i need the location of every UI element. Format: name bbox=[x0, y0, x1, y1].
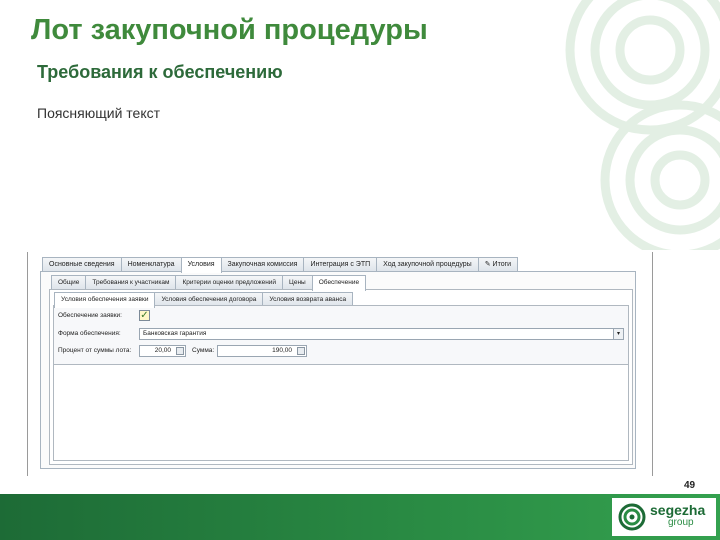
calculator-icon[interactable] bbox=[176, 347, 184, 355]
sum-value: 190,00 bbox=[272, 347, 292, 354]
percent-value: 20,00 bbox=[154, 347, 171, 354]
tab-etp-integration[interactable]: Интеграция с ЭТП bbox=[303, 257, 378, 272]
slide-subtitle: Требования к обеспечению bbox=[37, 62, 283, 82]
segezha-logo-icon bbox=[618, 503, 646, 531]
sum-label: Сумма: bbox=[192, 347, 215, 354]
tab-nomenclature[interactable]: Номенклатура bbox=[120, 257, 182, 272]
form-label: Форма обеспечения: bbox=[58, 330, 121, 337]
tab-results-label: Итоги bbox=[492, 261, 512, 268]
brand-sub: group bbox=[668, 517, 694, 528]
security-form-value: Банковская гарантия bbox=[143, 330, 207, 337]
tab-bid-security[interactable]: Условия обеспечения заявки bbox=[54, 292, 156, 308]
slide-note: Поясняющий текст bbox=[37, 105, 161, 121]
tab-prices[interactable]: Цены bbox=[282, 275, 313, 290]
tab-security[interactable]: Обеспечение bbox=[311, 275, 367, 291]
sum-field[interactable]: 190,00 bbox=[217, 345, 307, 357]
tab-general[interactable]: Общие bbox=[51, 275, 87, 290]
brand-logo: segezha group bbox=[612, 498, 716, 536]
brand-watermark-icon bbox=[565, 0, 720, 250]
bid-security-form: Обеспечение заявки: ✓ Форма обеспечения:… bbox=[53, 305, 629, 365]
page-number: 49 bbox=[684, 480, 696, 491]
app-screenshot: Основные сведения Номенклатура Условия З… bbox=[27, 252, 653, 476]
percent-field[interactable]: 20,00 bbox=[139, 345, 186, 357]
percent-label: Процент от суммы лота: bbox=[58, 347, 132, 354]
tab-participant-requirements[interactable]: Требования к участникам bbox=[85, 275, 177, 290]
calculator-icon[interactable] bbox=[297, 347, 305, 355]
security-label: Обеспечение заявки: bbox=[58, 312, 122, 319]
main-tabs: Основные сведения Номенклатура Условия З… bbox=[42, 257, 519, 273]
dropdown-arrow-icon[interactable]: ▾ bbox=[613, 329, 623, 339]
tab-results[interactable]: ✎ Итоги bbox=[477, 257, 519, 272]
tab-procedure-progress[interactable]: Ход закупочной процедуры bbox=[376, 257, 479, 272]
security-panel: Условия обеспечения заявки Условия обесп… bbox=[49, 289, 633, 465]
tab-commission[interactable]: Закупочная комиссия bbox=[220, 257, 305, 272]
form-empty-area bbox=[53, 365, 629, 461]
conditions-panel: Общие Требования к участникам Критерии о… bbox=[40, 271, 636, 469]
tab-main-info[interactable]: Основные сведения bbox=[42, 257, 122, 272]
slide-title: Лот закупочной процедуры bbox=[31, 14, 428, 46]
security-form-select[interactable]: Банковская гарантия ▾ bbox=[139, 328, 624, 340]
brand-name: segezha bbox=[650, 502, 706, 518]
tab-conditions[interactable]: Условия bbox=[180, 257, 222, 273]
checkmark-icon: ✓ bbox=[140, 310, 149, 321]
pin-icon: ✎ bbox=[484, 261, 493, 268]
security-checkbox[interactable]: ✓ bbox=[139, 310, 150, 321]
tab-evaluation-criteria[interactable]: Критерии оценки предложений bbox=[175, 275, 284, 290]
